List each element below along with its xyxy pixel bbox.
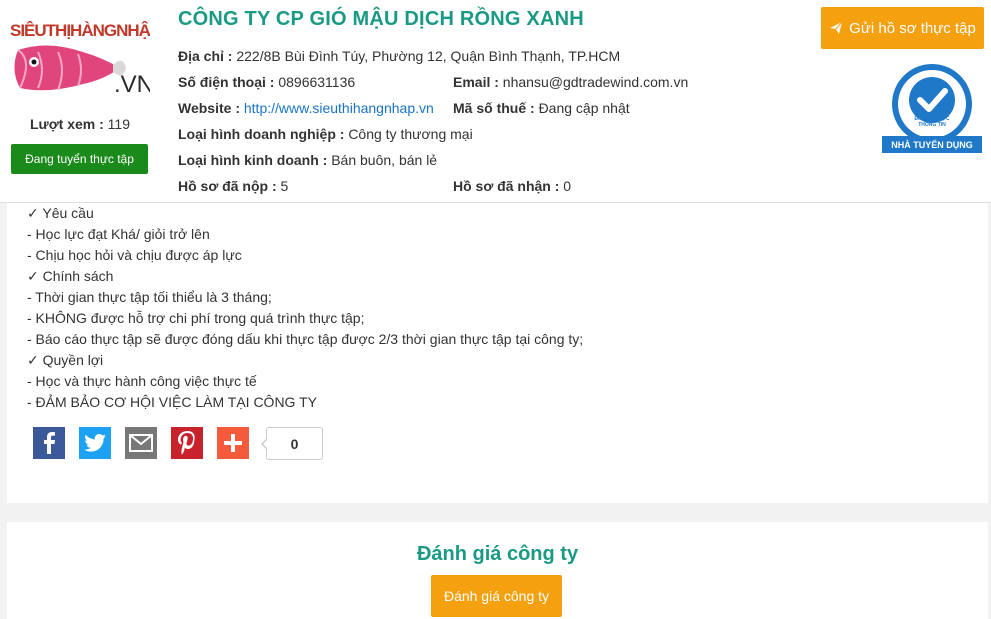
share-counter-arrow-inner [263, 439, 268, 449]
more-share-button[interactable] [217, 427, 249, 459]
review-company-button[interactable]: Đánh giá công ty [431, 575, 562, 617]
website-link[interactable]: http://www.sieuthihangnhap.vn [244, 100, 434, 116]
content-line: - Học lực đạt Khá/ giỏi trở lên [27, 226, 210, 242]
website-label: Website : [178, 100, 240, 116]
content-line: - Thời gian thực tập tối thiểu là 3 thán… [27, 289, 272, 305]
svg-text:NHÀ TUYỂN DỤNG: NHÀ TUYỂN DỤNG [891, 139, 973, 150]
plus-icon [224, 434, 242, 452]
submitted-row: Hồ sơ đã nộp : 5 [178, 178, 288, 194]
received-value: 0 [563, 178, 572, 194]
received-row: Hồ sơ đã nhận : 0 [453, 178, 571, 194]
trade-type-row: Loại hình kinh doanh : Bán buôn, bán lẻ [178, 152, 437, 168]
business-type-value: Công ty thương mại [348, 126, 473, 142]
svg-text:.VN: .VN [114, 71, 150, 98]
apply-internship-button[interactable]: Gửi hồ sơ thực tập [821, 7, 984, 49]
website-row: Website : http://www.sieuthihangnhap.vn [178, 100, 434, 116]
twitter-share-button[interactable] [79, 427, 111, 459]
view-count-label: Lượt xem : [30, 116, 104, 132]
trade-type-label: Loại hình kinh doanh : [178, 152, 328, 168]
business-type-label: Loại hình doanh nghiệp : [178, 126, 345, 142]
share-count: 0 [266, 427, 323, 460]
content-line: - KHÔNG được hỗ trợ chi phí trong quá tr… [27, 310, 365, 326]
svg-text:SIÊUTHỊHÀNGNHẬP: SIÊUTHỊHÀNGNHẬP [10, 21, 150, 40]
facebook-icon [44, 432, 55, 454]
requirements-heading: ✓ Yêu cầu [27, 205, 94, 221]
content-line: - ĐẢM BẢO CƠ HỘI VIỆC LÀM TẠI CÔNG TY [27, 394, 317, 410]
view-count: Lượt xem : 119 [30, 116, 130, 132]
content-line: - Báo cáo thực tập sẽ được đóng dấu khi … [27, 331, 584, 347]
address-value: 222/8B Bùi Đình Túy, Phường 12, Quận Bìn… [236, 48, 621, 64]
policy-heading: ✓ Chính sách [27, 268, 114, 284]
company-review-card: Đánh giá công ty Đánh giá công ty [7, 522, 988, 619]
content-line: - Chịu học hỏi và chịu được áp lực [27, 247, 242, 263]
review-title: Đánh giá công ty [416, 543, 579, 565]
phone-row: Số điện thoại : 0896631136 [178, 74, 355, 90]
view-count-value: 119 [107, 116, 130, 132]
svg-text:ĐÃ XÁC THỰC: ĐÃ XÁC THỰC [915, 115, 950, 122]
email-row: Email : nhansu@gdtradewind.com.vn [453, 74, 688, 90]
trade-type-value: Bán buôn, bán lẻ [331, 152, 438, 168]
tax-value: Đang cập nhật [538, 100, 630, 116]
svg-text:THÔNG TIN: THÔNG TIN [918, 120, 946, 128]
company-header: SIÊUTHỊHÀNGNHẬP .VN Lượt xem : 119 Đang … [0, 0, 991, 203]
pinterest-share-button[interactable] [171, 427, 203, 459]
address-row: Địa chỉ : 222/8B Bùi Đình Túy, Phường 12… [178, 48, 620, 64]
recruiting-status-button[interactable]: Đang tuyển thực tập [11, 144, 148, 174]
received-label: Hồ sơ đã nhận : [453, 178, 560, 194]
phone-value: 0896631136 [278, 74, 356, 90]
verified-employer-badge: ĐÃ XÁC THỰC THÔNG TIN NHÀ TUYỂN DỤNG [882, 64, 982, 153]
email-share-button[interactable] [125, 427, 157, 459]
submitted-label: Hồ sơ đã nộp : [178, 178, 277, 194]
tax-row: Mã số thuế : Đang cập nhật [453, 100, 630, 116]
company-name: CÔNG TY CP GIÓ MẬU DỊCH RỒNG XANH [178, 8, 584, 30]
benefits-heading: ✓ Quyền lợi [27, 352, 104, 368]
email-value: nhansu@gdtradewind.com.vn [502, 74, 689, 90]
twitter-icon [84, 434, 106, 452]
facebook-share-button[interactable] [33, 427, 65, 459]
tax-label: Mã số thuế : [453, 100, 535, 116]
company-logo: SIÊUTHỊHÀNGNHẬP .VN [10, 21, 150, 98]
business-type-row: Loại hình doanh nghiệp : Công ty thương … [178, 126, 473, 142]
send-icon [830, 21, 843, 34]
email-icon [129, 434, 153, 452]
apply-button-label: Gửi hồ sơ thực tập [849, 19, 976, 37]
address-label: Địa chỉ : [178, 48, 233, 64]
submitted-value: 5 [280, 178, 289, 194]
email-label: Email : [453, 74, 499, 90]
phone-label: Số điện thoại : [178, 74, 275, 90]
content-line: - Học và thực hành công việc thực tế [27, 373, 257, 389]
pinterest-icon [178, 431, 195, 455]
